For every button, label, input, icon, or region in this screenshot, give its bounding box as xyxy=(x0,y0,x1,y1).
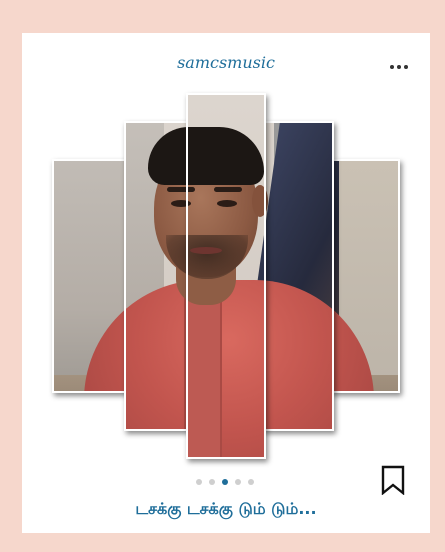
post-caption: டசக்கு டசக்கு டும் டும்... xyxy=(135,499,317,518)
carousel-dot xyxy=(248,479,254,485)
carousel-dot xyxy=(196,479,202,485)
collage-panel xyxy=(52,159,128,393)
collage-panel xyxy=(262,121,334,431)
carousel-dot xyxy=(222,479,228,485)
photo-collage[interactable] xyxy=(22,33,430,463)
carousel-dot xyxy=(235,479,241,485)
post-card: samcsmusic டசக்கு டசக்கு டும் டும்... xyxy=(22,33,430,533)
collage-panel xyxy=(124,121,190,431)
collage-panel xyxy=(186,93,266,459)
collage-panel xyxy=(330,159,400,393)
bookmark-icon[interactable] xyxy=(380,465,406,495)
carousel-indicator xyxy=(196,479,254,485)
carousel-dot xyxy=(209,479,215,485)
